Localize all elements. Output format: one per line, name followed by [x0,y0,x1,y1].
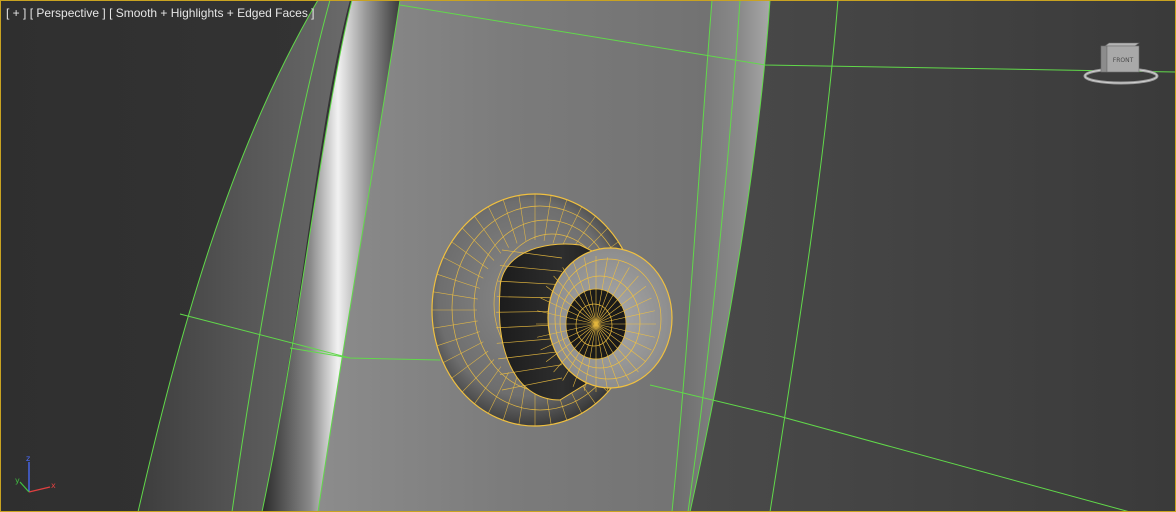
y-axis-label: y [15,476,20,485]
perspective-viewport[interactable]: [ + ] [ Perspective ] [ Smooth + Highlig… [0,0,1176,512]
viewcube-left-face[interactable] [1100,45,1108,73]
viewport-menu-plus[interactable]: [ + ] [6,6,26,20]
viewport-scene[interactable] [0,0,1176,512]
viewcube-icon[interactable]: FRONT [1083,40,1159,86]
z-axis-label: z [26,454,30,463]
axis-tripod: z x y [15,454,56,493]
viewport-point-of-view-menu[interactable]: [ Perspective ] [30,6,106,20]
viewport-label: [ + ] [ Perspective ] [ Smooth + Highlig… [6,6,315,20]
x-axis-label: x [51,481,56,490]
viewport-shading-menu[interactable]: [ Smooth + Highlights + Edged Faces ] [109,6,314,20]
x-axis-line [28,486,51,493]
viewcube-top-face[interactable] [1104,42,1140,47]
y-axis-line [19,481,30,493]
viewcube-front-label: FRONT [1113,57,1134,64]
